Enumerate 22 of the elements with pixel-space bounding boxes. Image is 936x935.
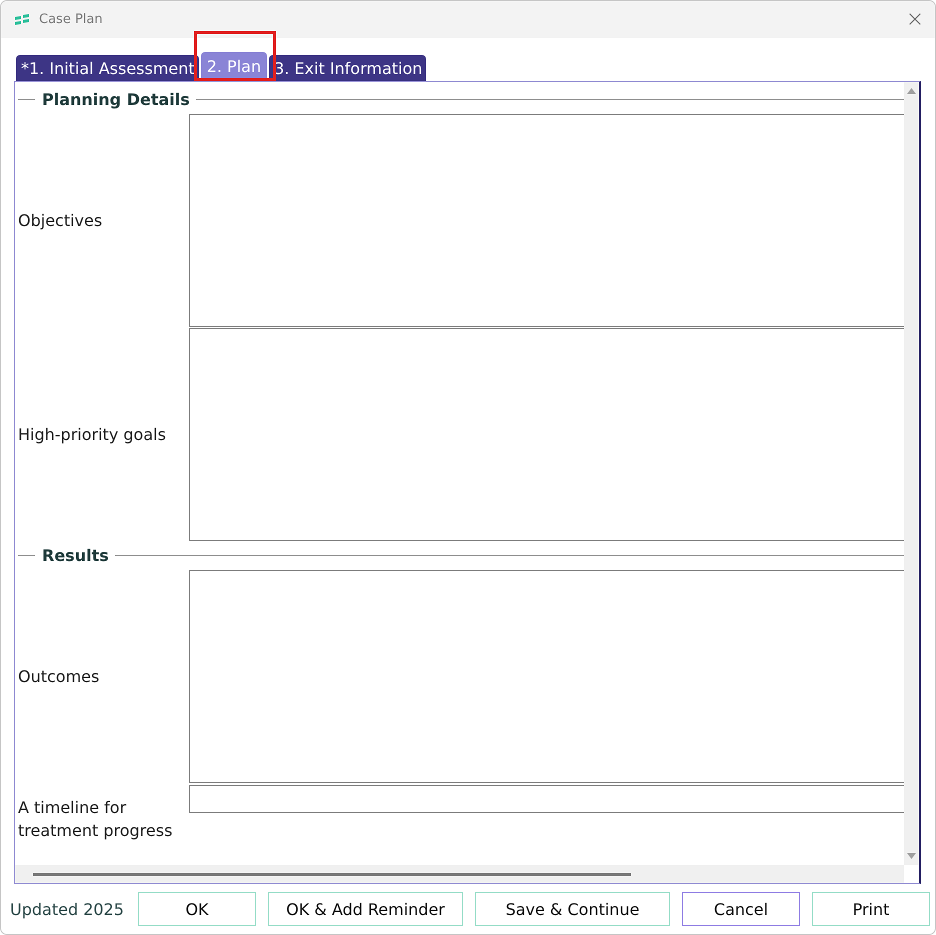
- scroll-up-icon[interactable]: [907, 88, 916, 94]
- dialog-button[interactable]: OK & Add Reminder: [268, 892, 463, 926]
- tab[interactable]: 3. Exit Information: [269, 55, 426, 81]
- status-text: Updated 2025: [10, 900, 125, 918]
- field-label: High-priority goals: [18, 425, 167, 444]
- section-title: Results: [42, 546, 109, 564]
- dialog-button[interactable]: Save & Continue: [475, 892, 670, 926]
- close-button[interactable]: ×: [895, 1, 935, 38]
- scroll-thumb[interactable]: [33, 872, 631, 876]
- window-title: Case Plan: [39, 12, 104, 27]
- input-field[interactable]: [189, 785, 904, 813]
- dialog-button[interactable]: Cancel: [682, 892, 800, 926]
- horizontal-scrollbar[interactable]: [15, 865, 904, 883]
- field-label: A timeline for treatment progress: [18, 797, 174, 842]
- section-title: Planning Details: [42, 90, 190, 108]
- app-logo-icon: [14, 14, 30, 26]
- field-label: Outcomes: [18, 667, 100, 686]
- scroll-down-icon[interactable]: [907, 853, 916, 859]
- field-label: Objectives: [18, 211, 104, 230]
- dialog-button[interactable]: Print: [812, 892, 930, 926]
- dialog-button[interactable]: OK: [138, 892, 256, 926]
- tab[interactable]: *1. Initial Assessment: [16, 55, 199, 81]
